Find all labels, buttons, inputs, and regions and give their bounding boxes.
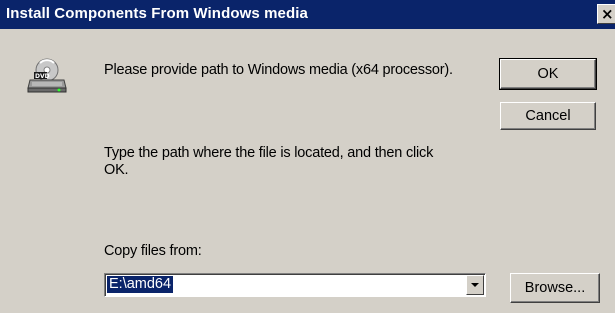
ok-button[interactable]: OK: [499, 58, 597, 90]
window-title: Install Components From Windows media: [6, 5, 308, 22]
copy-files-from-combobox[interactable]: E:\amd64: [104, 273, 486, 297]
title-bar[interactable]: Install Components From Windows media ×: [0, 0, 615, 29]
close-button[interactable]: ×: [597, 4, 615, 24]
dvd-drive-icon: DVD: [27, 58, 67, 93]
svg-text:DVD: DVD: [35, 73, 50, 80]
path-value[interactable]: E:\amd64: [107, 276, 174, 293]
dropdown-button[interactable]: [466, 275, 484, 295]
close-icon: ×: [601, 5, 614, 23]
copy-files-from-label: Copy files from:: [104, 243, 202, 259]
chevron-down-icon: [471, 283, 479, 287]
instruction-text-line-2: OK.: [104, 162, 129, 178]
cancel-button[interactable]: Cancel: [500, 102, 596, 130]
instruction-text-line-1: Type the path where the file is located,…: [104, 145, 434, 161]
install-components-dialog: Install Components From Windows media × …: [0, 0, 615, 313]
media-path-prompt: Please provide path to Windows media (x6…: [104, 62, 453, 78]
browse-button[interactable]: Browse...: [510, 273, 600, 303]
